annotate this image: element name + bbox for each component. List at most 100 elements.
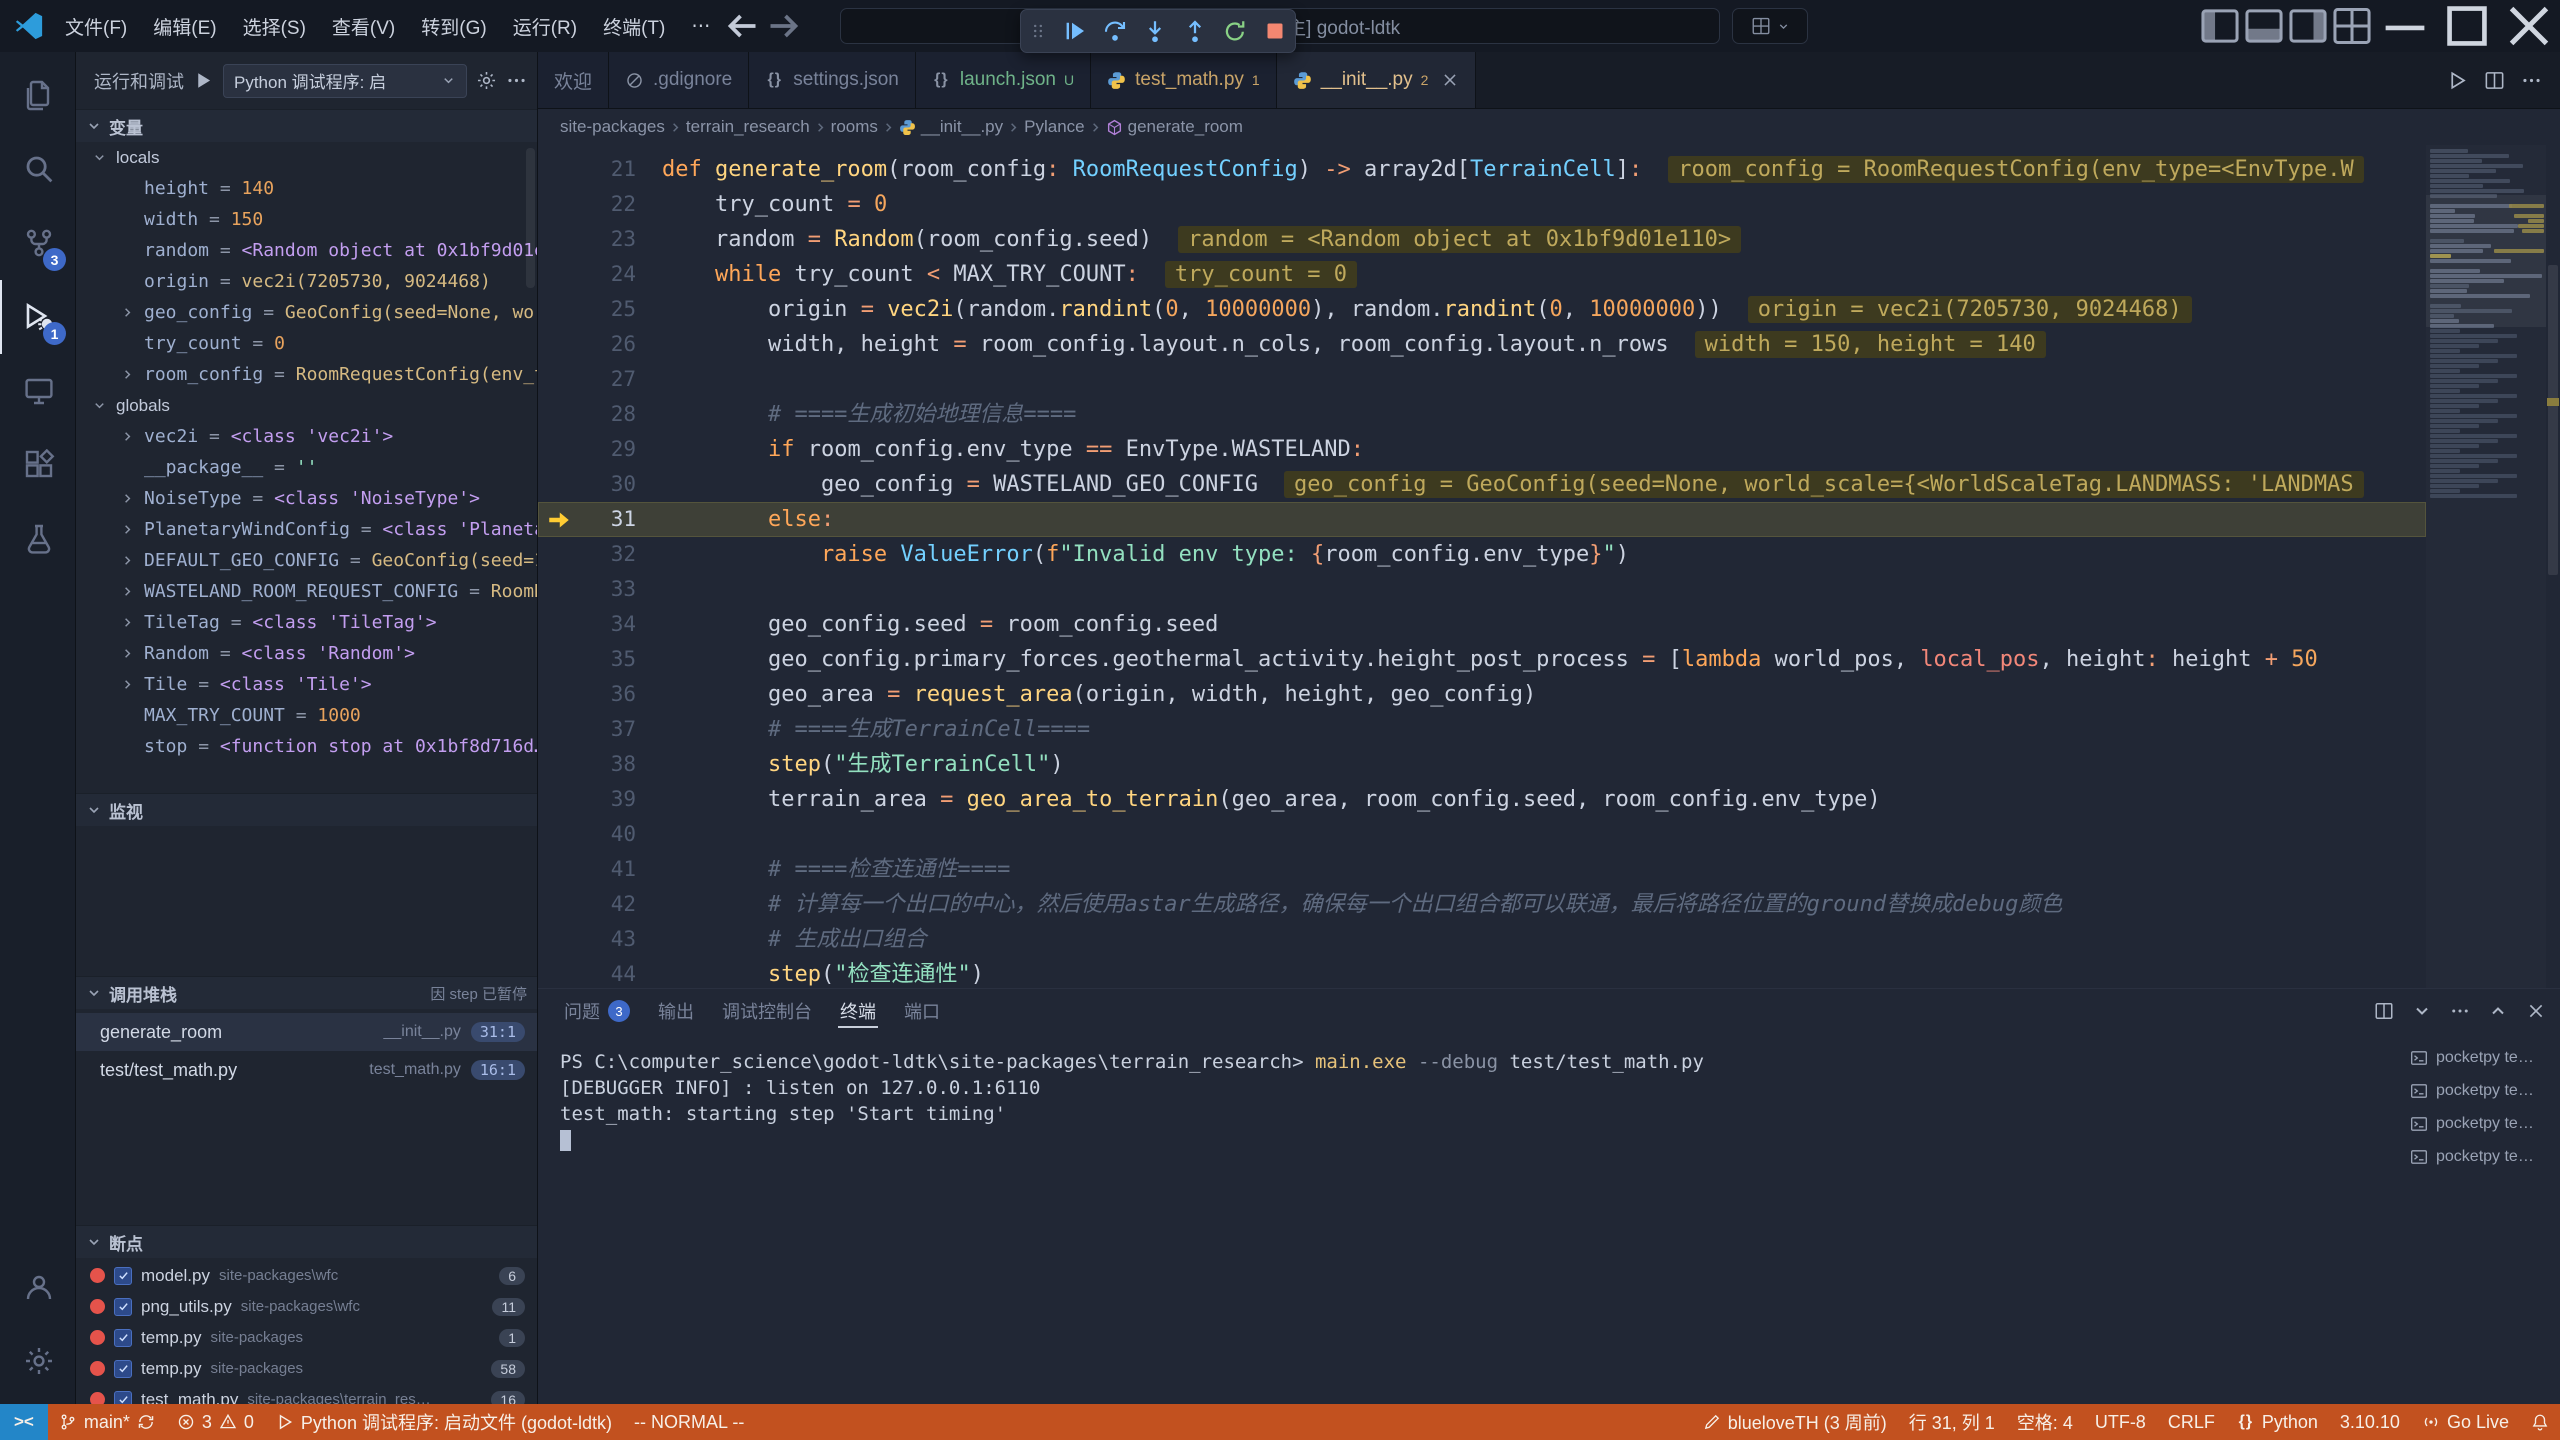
variable-row[interactable]: Tile = <class 'Tile'> xyxy=(76,669,537,700)
chevron-right-icon[interactable] xyxy=(120,615,144,631)
stack-frame[interactable]: test/test_math.pytest_math.py16:1 xyxy=(76,1051,537,1089)
breakpoint-row[interactable]: temp.pysite-packages1 xyxy=(76,1322,537,1353)
breakpoint-checkbox[interactable] xyxy=(114,1360,132,1378)
status-cursor-position[interactable]: 行 31, 列 1 xyxy=(1898,1404,2006,1440)
code-line[interactable]: 36 geo_area = request_area(origin, width… xyxy=(538,677,2426,712)
variable-row[interactable]: geo_config = GeoConfig(seed=None, wor… xyxy=(76,297,537,328)
breadcrumb-item[interactable]: Pylance xyxy=(1024,117,1084,137)
status-go-live[interactable]: Go Live xyxy=(2411,1404,2520,1440)
activity-accounts[interactable] xyxy=(0,1250,75,1324)
gutter-glyph[interactable] xyxy=(538,362,580,397)
code-line[interactable]: 27 xyxy=(538,362,2426,397)
split-editor-button[interactable] xyxy=(2484,70,2505,91)
code-text[interactable]: origin = vec2i(random.randint(0, 1000000… xyxy=(636,292,2426,327)
code-text[interactable]: while try_count < MAX_TRY_COUNT:try_coun… xyxy=(636,257,2426,292)
watch-section-header[interactable]: 监视 xyxy=(76,793,537,826)
status-gitlens[interactable]: blueloveTH (3 周前) xyxy=(1692,1404,1898,1440)
line-number[interactable]: 31 xyxy=(580,502,636,537)
gutter-glyph[interactable] xyxy=(538,782,580,817)
code-text[interactable]: width, height = room_config.layout.n_col… xyxy=(636,327,2426,362)
code-line[interactable]: 35 geo_config.primary_forces.geothermal_… xyxy=(538,642,2426,677)
line-number[interactable]: 42 xyxy=(580,887,636,922)
chevron-right-icon[interactable] xyxy=(120,305,144,321)
gripper-icon[interactable] xyxy=(1029,20,1047,42)
code-line[interactable]: 37 # ====生成TerrainCell==== xyxy=(538,712,2426,747)
code-line[interactable]: 21def generate_room(room_config: RoomReq… xyxy=(538,152,2426,187)
activity-extensions[interactable] xyxy=(0,428,75,502)
code-line[interactable]: 31 else: xyxy=(538,502,2426,537)
panel-tab[interactable]: 输出 xyxy=(646,989,706,1033)
variables-section-header[interactable]: 变量 xyxy=(76,109,537,142)
chevron-right-icon[interactable] xyxy=(120,553,144,569)
panel-more-actions-button[interactable] xyxy=(2450,1001,2470,1021)
stack-frame[interactable]: generate_room__init__.py31:1 xyxy=(76,1013,537,1051)
activity-search[interactable] xyxy=(0,132,75,206)
variable-row[interactable]: try_count = 0 xyxy=(76,328,537,359)
terminal-instance[interactable]: pocketpy te… xyxy=(2402,1074,2560,1107)
line-number[interactable]: 33 xyxy=(580,572,636,607)
gutter-glyph[interactable] xyxy=(538,957,580,988)
code-text[interactable] xyxy=(636,817,2426,852)
code-text[interactable] xyxy=(636,145,2426,152)
variable-row[interactable]: stop = <function stop at 0x1bf8d716d… xyxy=(76,731,537,762)
scrollbar-thumb[interactable] xyxy=(2548,265,2558,575)
status-remote[interactable]: >< xyxy=(0,1404,48,1440)
stop-button[interactable] xyxy=(1263,19,1287,43)
breadcrumb-item[interactable]: site-packages xyxy=(560,117,665,137)
panel-tab[interactable]: 终端 xyxy=(828,989,888,1033)
code-text[interactable]: step("检查连通性") xyxy=(636,957,2426,988)
line-number[interactable]: 36 xyxy=(580,677,636,712)
chevron-right-icon[interactable] xyxy=(120,584,144,600)
code-line[interactable]: 34 geo_config.seed = room_config.seed xyxy=(538,607,2426,642)
breakpoints-section-header[interactable]: 断点 xyxy=(76,1225,537,1258)
variable-row[interactable]: height = 140 xyxy=(76,173,537,204)
close-window-button[interactable] xyxy=(2498,0,2560,52)
status-encoding[interactable]: UTF-8 xyxy=(2084,1404,2157,1440)
variable-scope[interactable]: locals xyxy=(76,142,537,173)
activity-run-and-debug[interactable]: 1 xyxy=(0,280,75,354)
line-number[interactable]: 25 xyxy=(580,292,636,327)
variable-row[interactable]: MAX_TRY_COUNT = 1000 xyxy=(76,700,537,731)
variable-row[interactable]: width = 150 xyxy=(76,204,537,235)
code-line[interactable]: 30 geo_config = WASTELAND_GEO_CONFIGgeo_… xyxy=(538,467,2426,502)
chevron-down-icon[interactable] xyxy=(92,398,116,414)
chevron-right-icon[interactable] xyxy=(120,491,144,507)
minimap[interactable] xyxy=(2426,145,2546,988)
activity-testing[interactable] xyxy=(0,502,75,576)
panel-tab[interactable]: 端口 xyxy=(892,989,952,1033)
more-actions-button[interactable] xyxy=(2521,70,2542,91)
chevron-right-icon[interactable] xyxy=(120,646,144,662)
step-into-button[interactable] xyxy=(1143,19,1167,43)
continue-button[interactable] xyxy=(1063,19,1087,43)
activity-remote-explorer[interactable] xyxy=(0,354,75,428)
line-number[interactable]: 38 xyxy=(580,747,636,782)
line-number[interactable]: 43 xyxy=(580,922,636,957)
code-line[interactable]: 38 step("生成TerrainCell") xyxy=(538,747,2426,782)
gutter-glyph[interactable] xyxy=(538,257,580,292)
menu-item[interactable]: 编辑(E) xyxy=(140,0,229,52)
status-problems[interactable]: 30 xyxy=(166,1404,265,1440)
variable-row[interactable]: NoiseType = <class 'NoiseType'> xyxy=(76,483,537,514)
code-line[interactable]: 20 xyxy=(538,145,2426,152)
code-line[interactable]: 22 try_count = 0 xyxy=(538,187,2426,222)
split-terminal-button[interactable] xyxy=(2374,1001,2394,1021)
code-text[interactable]: if room_config.env_type == EnvType.WASTE… xyxy=(636,432,2426,467)
gutter-glyph[interactable] xyxy=(538,712,580,747)
chevron-right-icon[interactable] xyxy=(120,367,144,383)
customize-layout-icon[interactable] xyxy=(2330,0,2374,52)
back-arrow-icon[interactable] xyxy=(723,6,763,46)
status-indentation[interactable]: 空格: 4 xyxy=(2006,1404,2084,1440)
forward-arrow-icon[interactable] xyxy=(763,6,803,46)
menu-item[interactable]: 转到(G) xyxy=(408,0,499,52)
line-number[interactable]: 40 xyxy=(580,817,636,852)
code-line[interactable]: 23 random = Random(room_config.seed)rand… xyxy=(538,222,2426,257)
code-editor[interactable]: 2021def generate_room(room_config: RoomR… xyxy=(538,145,2560,988)
line-number[interactable]: 20 xyxy=(580,145,636,152)
status-notifications[interactable] xyxy=(2520,1404,2560,1440)
gutter-glyph[interactable] xyxy=(538,747,580,782)
terminal-picker-chevron-icon[interactable] xyxy=(2412,1001,2432,1021)
breadcrumb-item[interactable]: rooms xyxy=(831,117,878,137)
gutter-glyph[interactable] xyxy=(538,922,580,957)
restart-button[interactable] xyxy=(1223,19,1247,43)
debug-config-dropdown[interactable]: Python 调试程序: 启 xyxy=(223,64,467,98)
